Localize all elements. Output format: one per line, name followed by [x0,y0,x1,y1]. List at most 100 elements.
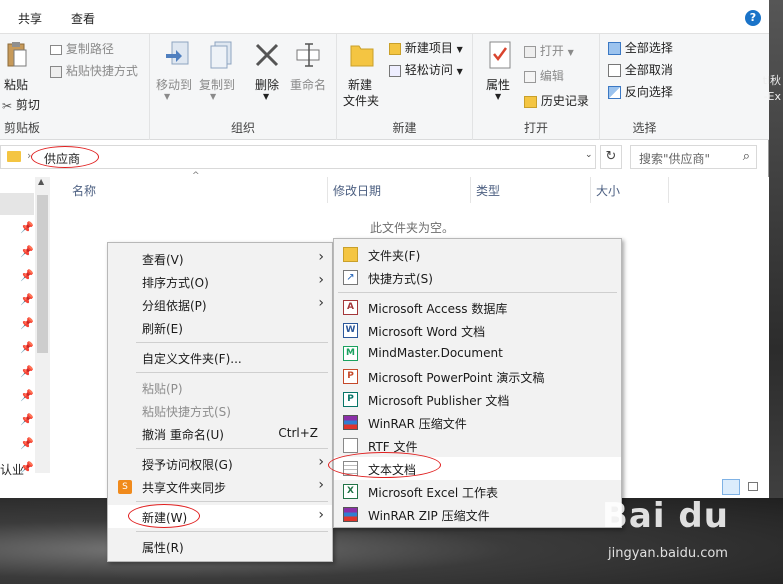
copy-to-dropdown-icon[interactable]: ▼ [210,92,216,101]
access-icon: A [343,300,358,315]
menu-item-customize-folder[interactable]: 自定义文件夹(F)... [108,346,332,369]
submenu-item-winrar[interactable]: WinRAR 压缩文件 [334,411,621,434]
copy-to-button[interactable]: 复制到 [199,76,235,93]
copy-path-button[interactable]: 复制路径 [50,40,114,57]
scissors-icon: ✂ [2,98,13,113]
menu-separator [136,372,328,373]
copy-path-icon [50,44,62,55]
menu-item-properties[interactable]: 属性(R) [108,535,332,558]
submenu-item-label: 文件夹(F) [368,249,421,263]
easy-access-label: 轻松访问 [404,63,453,77]
column-divider[interactable] [470,177,471,203]
history-icon [524,95,537,108]
menu-item-give-access[interactable]: 授予访问权限(G) › [108,452,332,475]
new-item-button[interactable]: 新建项目 ▼ [389,39,463,56]
new-folder-label-2[interactable]: 文件夹 [343,92,379,109]
organize-group-label: 组织 [230,121,255,135]
properties-button[interactable]: 属性 [486,76,510,93]
chevron-right-icon: › [318,477,324,493]
menu-item-undo-rename[interactable]: 撤消 重命名(U) Ctrl+Z [108,422,332,445]
new-folder-label-1[interactable]: 新建 [348,76,372,93]
move-to-button[interactable]: 移动到 [156,76,192,93]
select-all-icon [608,42,621,55]
delete-dropdown-icon[interactable]: ▼ [263,92,269,101]
copy-path-label: 复制路径 [65,42,114,56]
nav-selected-item[interactable] [0,193,34,215]
sort-ascending-icon: ^ [192,171,200,181]
annotation-circle-text-document [328,452,441,478]
column-divider[interactable] [327,177,328,203]
open-group-label: 打开 [523,121,548,135]
edit-label: 编辑 [539,69,564,83]
help-icon[interactable]: ? [745,10,761,26]
column-header-name[interactable]: 名称 [72,182,96,199]
submenu-item-label: Microsoft Access 数据库 [368,302,508,316]
new-item-label: 新建项目 [404,41,453,55]
properties-dropdown-icon[interactable]: ▼ [495,92,501,101]
submenu-item-mindmaster[interactable]: M MindMaster.Document [334,342,621,365]
menu-item-label: 分组依据(P) [142,299,207,313]
menu-item-view[interactable]: 查看(V) › [108,247,332,270]
edit-button[interactable]: 编辑 [524,67,564,84]
menu-item-paste[interactable]: 粘贴(P) [108,376,332,399]
publisher-icon: P [343,392,358,407]
menu-item-label: 排序方式(O) [142,276,209,290]
submenu-item-label: MindMaster.Document [368,346,503,360]
column-divider[interactable] [590,177,591,203]
paste-button[interactable]: 粘贴 [4,76,28,93]
properties-icon [489,41,511,69]
paste-shortcut-icon [50,65,62,78]
submenu-item-access[interactable]: A Microsoft Access 数据库 [334,296,621,319]
submenu-item-winrar-zip[interactable]: WinRAR ZIP 压缩文件 [334,503,621,526]
submenu-item-excel[interactable]: X Microsoft Excel 工作表 [334,480,621,503]
submenu-item-powerpoint[interactable]: P Microsoft PowerPoint 演示文稿 [334,365,621,388]
menu-item-shared-folder-sync[interactable]: S 共享文件夹同步 › [108,475,332,498]
search-input[interactable]: 搜索"供应商" ⌕ [630,145,757,169]
history-button[interactable]: 历史记录 [524,92,589,109]
clipboard-group: 粘贴 ✂ 剪切 复制路径 粘贴快捷方式 剪贴板 [0,34,150,140]
delete-button[interactable]: 删除 [255,76,279,93]
menu-item-paste-shortcut[interactable]: 粘贴快捷方式(S) [108,399,332,422]
menu-item-label: 共享文件夹同步 [142,481,227,495]
tab-view[interactable]: 查看 [71,10,95,27]
nav-scrollbar-thumb[interactable] [37,195,48,353]
tab-share[interactable]: 共享 [18,10,42,27]
submenu-item-publisher[interactable]: P Microsoft Publisher 文档 [334,388,621,411]
move-to-dropdown-icon[interactable]: ▼ [164,92,170,101]
desktop-icon-label: -Ex [763,90,781,103]
cut-button[interactable]: ✂ 剪切 [2,96,40,113]
cut-label: 剪切 [15,98,40,112]
clipboard-group-label: 剪贴板 [4,121,41,135]
chevron-down-icon[interactable]: ⌄ [585,150,593,160]
open-button[interactable]: 打开 ▼ [524,42,574,59]
scroll-up-icon[interactable]: ▲ [38,177,44,186]
paste-shortcut-button[interactable]: 粘贴快捷方式 [50,62,138,79]
open-group: 属性 ▼ 打开 ▼ 编辑 历史记录 打开 [473,34,600,140]
refresh-button[interactable]: ↻ [600,145,622,169]
menu-item-label: 授予访问权限(G) [142,458,233,472]
pin-icon: 📌 [20,221,34,234]
select-all-button[interactable]: 全部选择 [608,39,673,56]
column-header-size[interactable]: 大小 [596,182,620,199]
invert-selection-button[interactable]: 反向选择 [608,83,673,100]
ribbon-tab-bar: 共享 查看 ? [0,0,769,34]
watermark-logo: Bai du [602,496,729,536]
open-icon [524,45,536,58]
submenu-item-shortcut[interactable]: ↗ 快捷方式(S) [334,266,621,289]
select-none-icon [608,64,621,77]
submenu-item-word[interactable]: W Microsoft Word 文档 [334,319,621,342]
submenu-item-folder[interactable]: 文件夹(F) [334,243,621,266]
rename-button[interactable]: 重命名 [290,76,326,93]
menu-item-refresh[interactable]: 刷新(E) [108,316,332,339]
column-header-date[interactable]: 修改日期 [333,182,381,199]
menu-item-group-by[interactable]: 分组依据(P) › [108,293,332,316]
address-bar[interactable]: › 供应商 ⌄ [0,145,596,169]
column-divider[interactable] [668,177,669,203]
pin-icon: 📌 [20,413,34,426]
menu-item-label: 刷新(E) [142,322,183,336]
easy-access-button[interactable]: 轻松访问 ▼ [389,61,463,78]
column-header-type[interactable]: 类型 [476,182,500,199]
menu-item-sort[interactable]: 排序方式(O) › [108,270,332,293]
select-none-button[interactable]: 全部取消 [608,61,673,78]
nav-item-label[interactable]: 认业 [0,461,24,478]
